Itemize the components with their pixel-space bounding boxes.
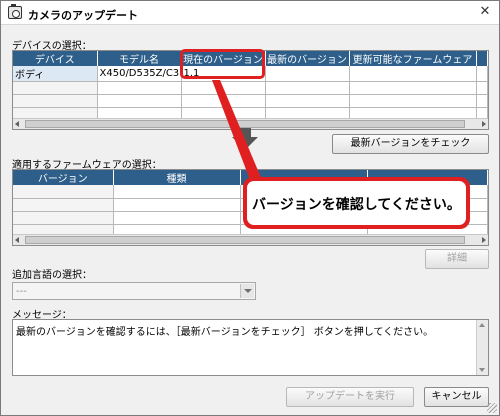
callout-text: バージョンを確認してください。 bbox=[252, 197, 461, 213]
callout-bubble: バージョンを確認してください。 bbox=[243, 177, 470, 229]
callout-inner: バージョンを確認してください。 bbox=[247, 181, 466, 225]
